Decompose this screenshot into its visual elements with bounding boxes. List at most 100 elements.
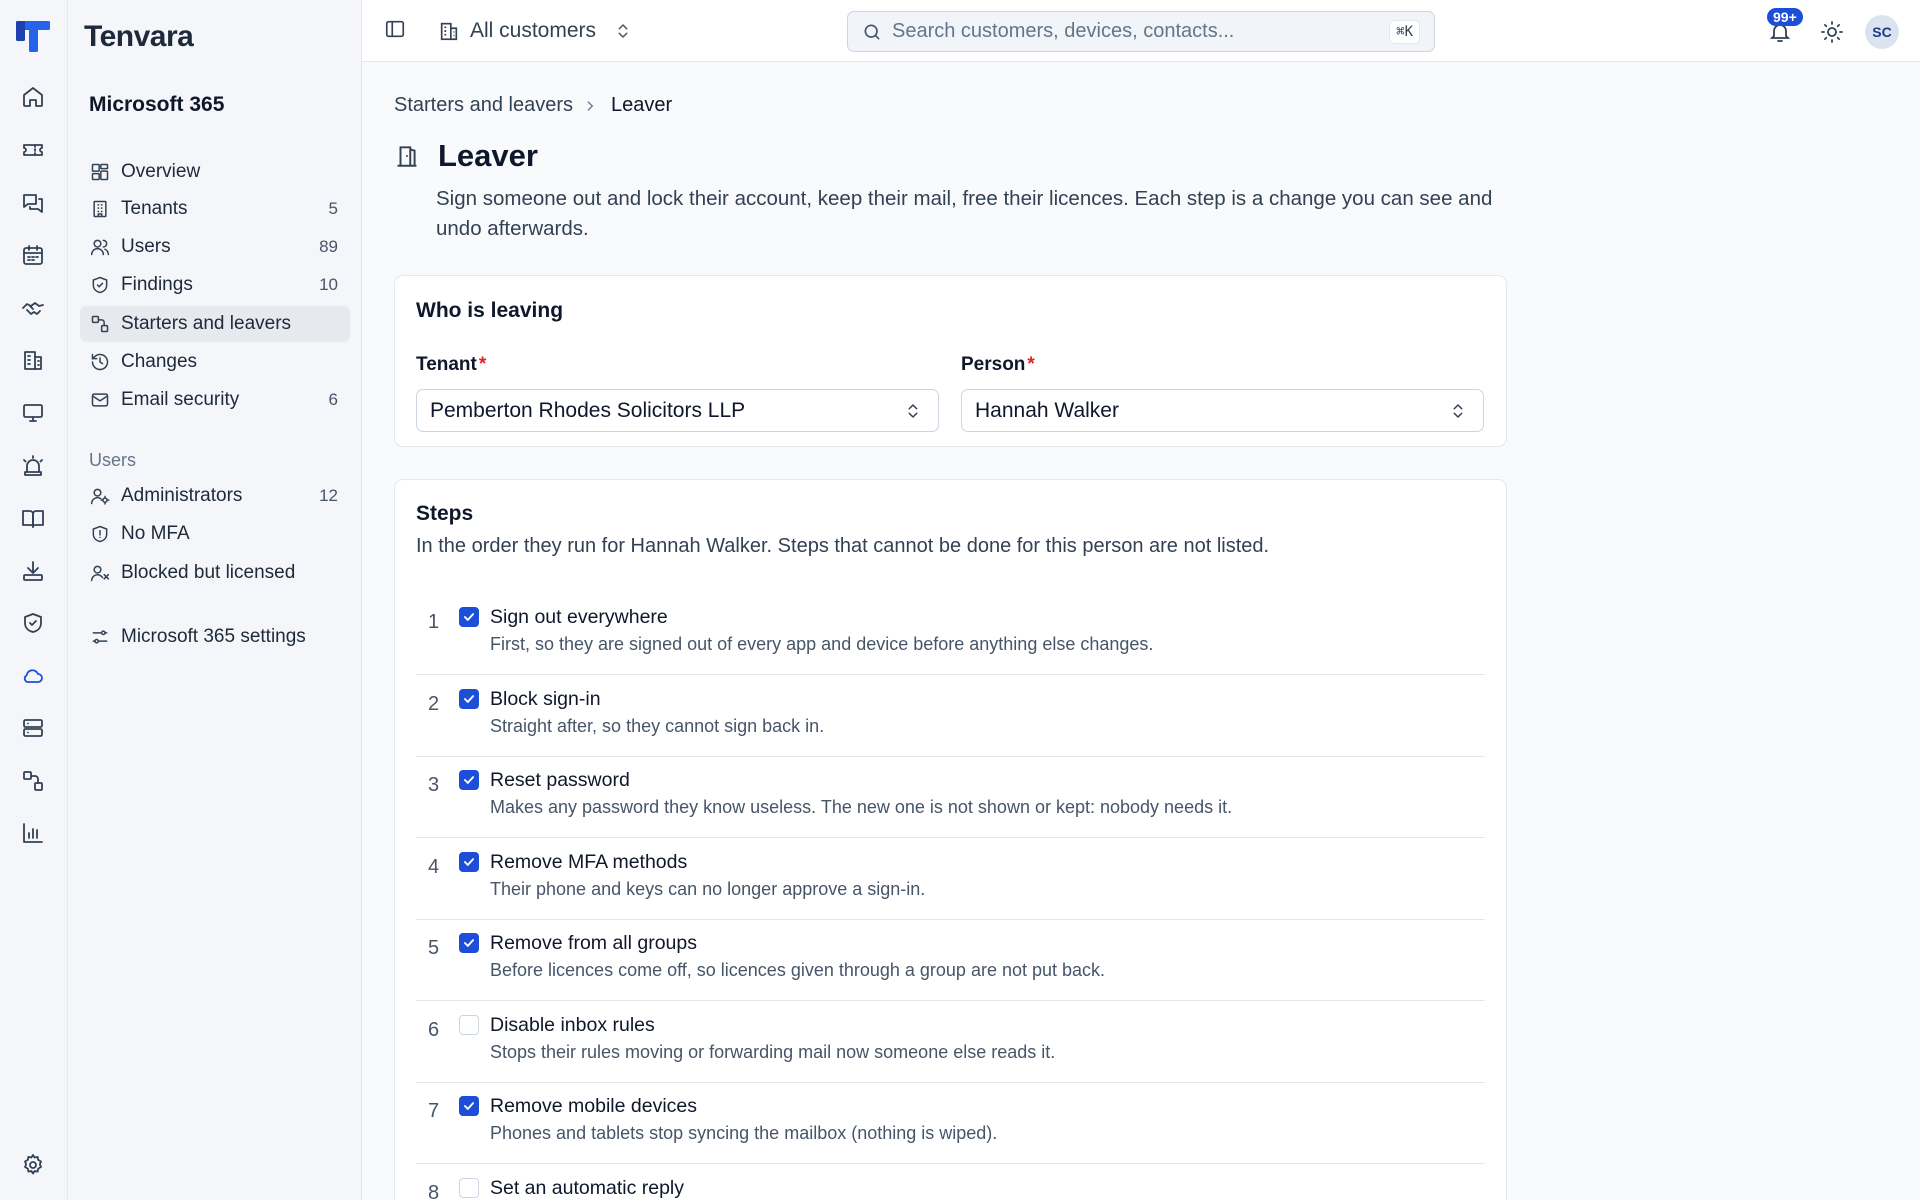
sidebar-item-label: No MFA: [121, 523, 190, 544]
top-bar: All customers ⌘K 99+ SC: [362, 0, 1920, 62]
shield-check-icon: [89, 274, 111, 296]
sidebar-item-blocked-but-licensed[interactable]: Blocked but licensed: [80, 555, 350, 591]
sidebar: Tenvara Microsoft 365 Overview Tenants 5…: [68, 0, 362, 1200]
step-checkbox[interactable]: [459, 1096, 479, 1116]
sidebar-item-label: Users: [121, 236, 171, 257]
sidebar-item-count: 6: [328, 390, 338, 409]
breadcrumb-parent[interactable]: Starters and leavers: [394, 94, 573, 117]
sidebar-item-count: 10: [319, 275, 338, 294]
sidebar-item-findings[interactable]: Findings 10: [80, 267, 350, 303]
monitor-icon[interactable]: [20, 400, 46, 426]
mail-icon: [89, 389, 111, 411]
step-description: Stops their rules moving or forwarding m…: [490, 1041, 1056, 1062]
search-shortcut: ⌘K: [1389, 19, 1420, 44]
theme-toggle-sun-icon[interactable]: [1820, 20, 1844, 44]
step-row: 4 Remove MFA methods Their phone and keys …: [416, 838, 1485, 920]
page-description: Sign someone out and lock their account,…: [436, 187, 1493, 240]
users-icon: [89, 236, 111, 258]
search-icon: [864, 24, 880, 40]
sidebar-item-label: Email security: [121, 389, 240, 410]
sidebar-item-no-mfa[interactable]: No MFA: [80, 516, 350, 552]
sidebar-item-overview[interactable]: Overview: [80, 154, 350, 190]
tenant-label: Tenant *: [416, 354, 486, 376]
step-description: Makes any password they know useless. Th…: [490, 797, 1233, 817]
door-exit-icon: [397, 146, 417, 167]
sidebar-item-label: Starters and leavers: [121, 313, 292, 334]
sidebar-item-tenants[interactable]: Tenants 5: [80, 191, 350, 227]
sidebar-toggle-icon[interactable]: [384, 18, 406, 40]
sidebar-item-label: Changes: [121, 351, 198, 372]
home-icon[interactable]: [20, 84, 46, 110]
sidebar-item-label: Administrators: [121, 485, 243, 506]
step-title: Block sign-in: [490, 687, 601, 710]
page-header: Leaver: [394, 138, 538, 174]
sidebar-item-microsoft-365-settings[interactable]: Microsoft 365 settings: [80, 619, 350, 655]
step-title: Remove from all groups: [490, 932, 697, 954]
sidebar-item-label: Blocked but licensed: [121, 562, 296, 583]
sidebar-item-changes[interactable]: Changes: [80, 344, 350, 380]
book-icon[interactable]: [20, 505, 46, 531]
calendar-icon[interactable]: [20, 242, 46, 268]
history-icon: [89, 351, 111, 373]
customer-switcher[interactable]: All customers: [438, 12, 632, 50]
sidebar-item-users[interactable]: Users 89: [80, 229, 350, 265]
step-checkbox[interactable]: [459, 1014, 479, 1035]
step-description: Straight after, so they cannot sign back…: [490, 715, 825, 736]
search-input[interactable]: [892, 20, 1390, 43]
step-number: 5: [428, 937, 440, 959]
notification-badge: 99+: [1767, 8, 1803, 26]
handshake-icon[interactable]: [20, 295, 46, 321]
brand-name[interactable]: Tenvara: [84, 20, 194, 54]
dashboard-icon: [89, 161, 111, 183]
global-search[interactable]: ⌘K: [847, 11, 1435, 52]
step-number: 6: [428, 1018, 440, 1041]
icon-rail: [0, 0, 68, 1200]
tenvara-logo[interactable]: [15, 18, 51, 54]
workflow-icon: [89, 313, 111, 335]
step-row: 5 Remove from all groups Before licences c…: [416, 919, 1485, 1001]
building-icon: [89, 198, 111, 220]
sidebar-item-email-security[interactable]: Email security 6: [80, 382, 350, 418]
workflow-icon[interactable]: [20, 768, 46, 794]
sidebar-item-label: Findings: [121, 274, 193, 295]
sidebar-group-label: Users: [89, 450, 137, 470]
download-icon[interactable]: [20, 558, 46, 584]
ticket-icon[interactable]: [20, 137, 46, 163]
cloud-icon[interactable]: [20, 663, 46, 689]
shield-icon[interactable]: [20, 610, 46, 636]
page-title: Leaver: [438, 138, 538, 173]
siren-icon[interactable]: [20, 453, 46, 479]
card-title: Steps: [416, 502, 474, 525]
chevron-up-down-icon: [908, 403, 918, 418]
step-number: 7: [428, 1100, 440, 1122]
step-checkbox[interactable]: [459, 933, 479, 953]
step-title: Reset password: [490, 769, 630, 791]
avatar[interactable]: SC: [1865, 15, 1899, 49]
steps-subtitle: In the order they run for Hannah Walker.…: [416, 535, 1270, 557]
step-title: Set an automatic reply: [490, 1176, 685, 1199]
step-title: Disable inbox rules: [490, 1013, 655, 1036]
step-title: Sign out everywhere: [490, 606, 668, 628]
tenant-select[interactable]: Pemberton Rhodes Solicitors LLP: [416, 389, 939, 432]
server-icon[interactable]: [20, 715, 46, 741]
step-number: 8: [428, 1181, 440, 1200]
step-checkbox[interactable]: [459, 688, 479, 709]
chevron-up-down-icon: [1453, 403, 1463, 418]
sliders-icon: [89, 626, 111, 648]
step-checkbox[interactable]: [459, 1177, 479, 1198]
step-row: 2 Block sign-in Straight after, so they ca…: [416, 675, 1485, 757]
sidebar-item-starters-and-leavers[interactable]: Starters and leavers: [80, 306, 350, 342]
building-icon[interactable]: [20, 347, 46, 373]
gear-icon[interactable]: [20, 1152, 46, 1178]
step-row: 3 Reset password Makes any password they k…: [416, 756, 1485, 838]
chat-icon[interactable]: [20, 190, 46, 216]
chevron-right-icon: [587, 100, 594, 111]
step-checkbox[interactable]: [459, 851, 479, 872]
person-select[interactable]: Hannah Walker: [961, 389, 1484, 432]
step-checkbox[interactable]: [459, 607, 479, 627]
step-number: 3: [428, 774, 440, 796]
sidebar-item-administrators[interactable]: Administrators 12: [80, 478, 350, 514]
user-x-icon: [89, 562, 111, 584]
bar-chart-icon[interactable]: [20, 820, 46, 846]
step-checkbox[interactable]: [459, 770, 479, 790]
